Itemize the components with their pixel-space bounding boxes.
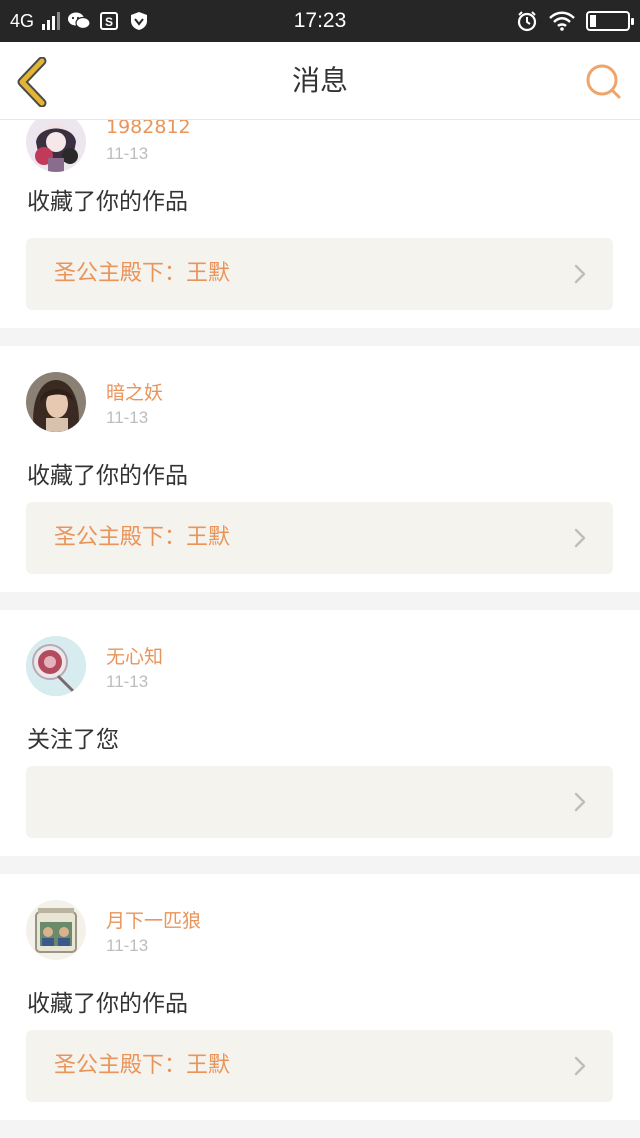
username[interactable]: 暗之妖	[106, 378, 163, 405]
work-title: 圣公主殿下：王默	[54, 261, 231, 286]
avatar[interactable]	[26, 372, 86, 432]
message-action: 收藏了你的作品	[27, 991, 188, 1017]
avatar[interactable]	[26, 636, 86, 696]
search-button[interactable]	[584, 62, 624, 102]
work-link[interactable]: 圣公主殿下：王默	[26, 502, 613, 574]
message-date: 11-13	[106, 936, 149, 955]
message-action: 收藏了你的作品	[27, 463, 188, 489]
search-icon	[586, 64, 621, 99]
message-date: 11-13	[106, 408, 149, 427]
chevron-right-icon	[574, 792, 586, 812]
wifi-icon	[548, 11, 576, 31]
chevron-right-icon	[574, 528, 586, 548]
chevron-right-icon	[574, 1056, 586, 1076]
work-link[interactable]: 圣公主殿下：王默	[26, 1030, 613, 1102]
work-title: 圣公主殿下：王默	[54, 1053, 231, 1078]
message-date: 11-13	[106, 672, 149, 691]
status-bar: 4G S 17:23	[0, 0, 640, 42]
alarm-icon	[516, 11, 538, 32]
message-card: 无心知 11-13 关注了您	[0, 610, 640, 856]
message-list: 1982812 11-13 收藏了你的作品 圣公主殿下：王默 暗之妖 11-13…	[0, 120, 640, 1138]
page-title: 消息	[291, 64, 348, 97]
chevron-right-icon	[574, 264, 586, 284]
message-card: 暗之妖 11-13 收藏了你的作品 圣公主殿下：王默	[0, 346, 640, 592]
work-link[interactable]	[26, 766, 613, 838]
message-action: 关注了您	[27, 727, 119, 753]
work-link[interactable]: 圣公主殿下：王默	[26, 238, 613, 310]
top-nav-bar: 消息	[0, 42, 640, 120]
avatar[interactable]	[26, 900, 86, 960]
username[interactable]: 1982812	[106, 120, 191, 138]
username[interactable]: 月下一匹狼	[106, 906, 201, 933]
message-action: 收藏了你的作品	[27, 189, 188, 215]
message-date: 11-13	[106, 144, 149, 163]
avatar[interactable]	[26, 120, 86, 172]
message-card: 1982812 11-13 收藏了你的作品 圣公主殿下：王默	[0, 120, 640, 328]
battery-icon	[586, 11, 634, 31]
work-title: 圣公主殿下：王默	[54, 525, 231, 550]
username[interactable]: 无心知	[106, 642, 163, 669]
message-card: 月下一匹狼 11-13 收藏了你的作品 圣公主殿下：王默	[0, 874, 640, 1120]
